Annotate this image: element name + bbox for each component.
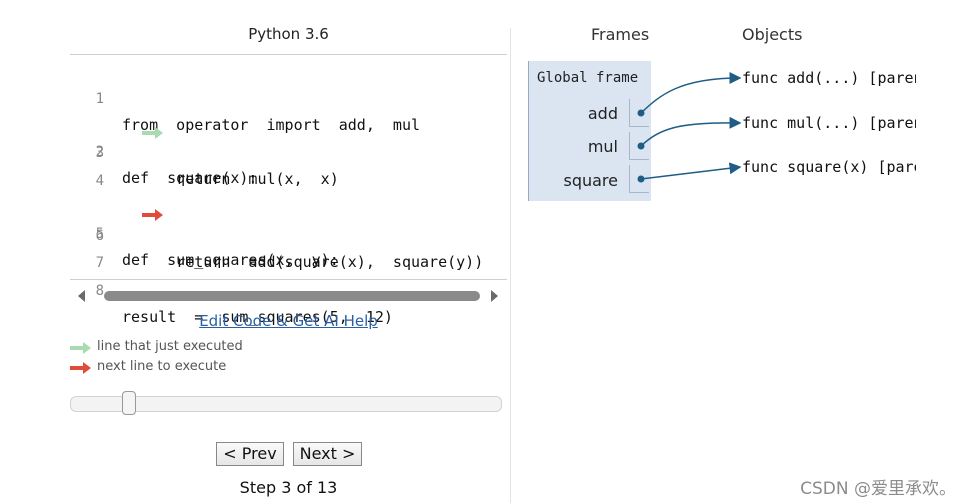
objects-header: Objects: [742, 25, 803, 44]
var-name-square: square: [563, 171, 618, 190]
divider: [70, 279, 507, 280]
scroll-right-icon[interactable]: [491, 290, 498, 302]
pointer-add-arrow: [640, 72, 742, 114]
object-func-square: func square(x) [parent: [742, 158, 916, 176]
code-line: 5 def sum_squares(x, y):: [70, 169, 507, 269]
frame-title: Global frame: [537, 70, 639, 86]
legend-label: line that just executed: [97, 339, 243, 354]
code-line: 8 result = sum_squares(5, 12): [70, 252, 507, 326]
code-line: 1 from operator import add, mul: [70, 60, 507, 134]
scroll-left-icon[interactable]: [78, 290, 85, 302]
green-arrow-icon: [70, 342, 92, 358]
watermark: CSDN @爱里承欢。: [800, 479, 956, 499]
legend-label: next line to execute: [97, 359, 227, 374]
scrollbar-thumb[interactable]: [104, 291, 480, 301]
prev-button[interactable]: < Prev: [216, 442, 284, 466]
var-value-cell: [629, 99, 649, 127]
var-value-cell: [629, 165, 649, 193]
panel-divider: [510, 28, 511, 503]
step-slider[interactable]: [70, 391, 502, 415]
divider: [70, 54, 507, 55]
code-line: 2 def square(x):: [70, 87, 507, 187]
edit-code-link[interactable]: Edit Code & Get AI Help: [70, 312, 507, 330]
language-label: Python 3.6: [248, 25, 329, 43]
object-func-mul: func mul(...) [parent: [742, 114, 916, 132]
var-name-mul: mul: [587, 137, 618, 156]
code-listing: 1 from operator import add, mul 2 def sq…: [70, 58, 507, 326]
code-line: 7: [70, 224, 507, 271]
red-arrow-icon: [70, 362, 92, 378]
code-line: 6 return add(square(x), square(y)): [70, 197, 507, 271]
global-frame: Global frame add mul square: [528, 61, 651, 201]
var-name-add: add: [587, 104, 618, 123]
pointer-square-arrow: [640, 162, 742, 180]
object-func-add: func add(...) [parent: [742, 69, 916, 87]
horizontal-scrollbar[interactable]: [78, 288, 498, 304]
code-panel: Python 3.6 1 from operator import add, m…: [70, 0, 507, 503]
step-counter: Step 3 of 13: [239, 478, 338, 497]
var-value-cell: [629, 132, 649, 160]
next-button[interactable]: Next >: [293, 442, 362, 466]
pointer-mul-arrow: [640, 116, 742, 147]
code-line: 4: [70, 142, 507, 189]
code-line: 3 return mul(x, x): [70, 114, 507, 188]
frames-header: Frames: [591, 25, 650, 44]
slider-handle[interactable]: [122, 391, 136, 415]
